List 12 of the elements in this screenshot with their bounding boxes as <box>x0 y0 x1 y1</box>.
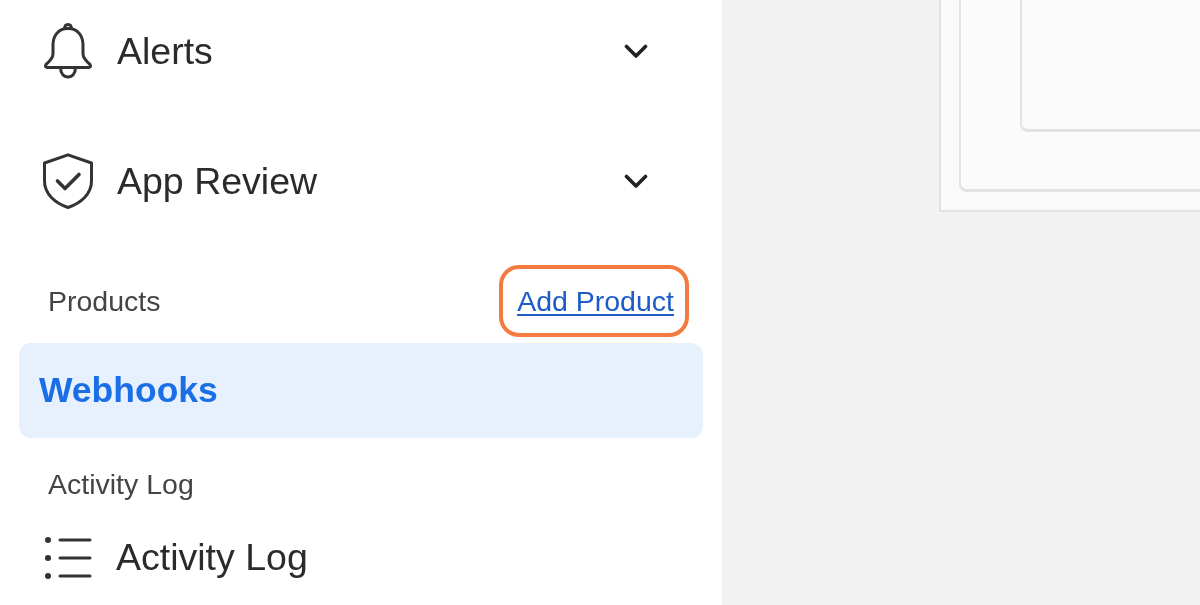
list-icon <box>44 535 92 580</box>
chevron-icon[interactable] <box>624 43 648 59</box>
section-heading: Products <box>48 284 161 318</box>
activity-log-item[interactable]: Activity Log <box>19 510 703 605</box>
shield-check-icon <box>42 153 94 209</box>
add-product-link[interactable]: Add Product <box>517 284 674 318</box>
nav-item-label[interactable]: Alerts <box>117 29 624 73</box>
section-heading: Activity Log <box>48 468 194 501</box>
bell-icon <box>42 23 94 79</box>
chevron-icon[interactable] <box>624 173 648 189</box>
nav-item-label[interactable]: App Review <box>117 159 624 203</box>
product-item[interactable]: Webhooks <box>19 343 703 438</box>
